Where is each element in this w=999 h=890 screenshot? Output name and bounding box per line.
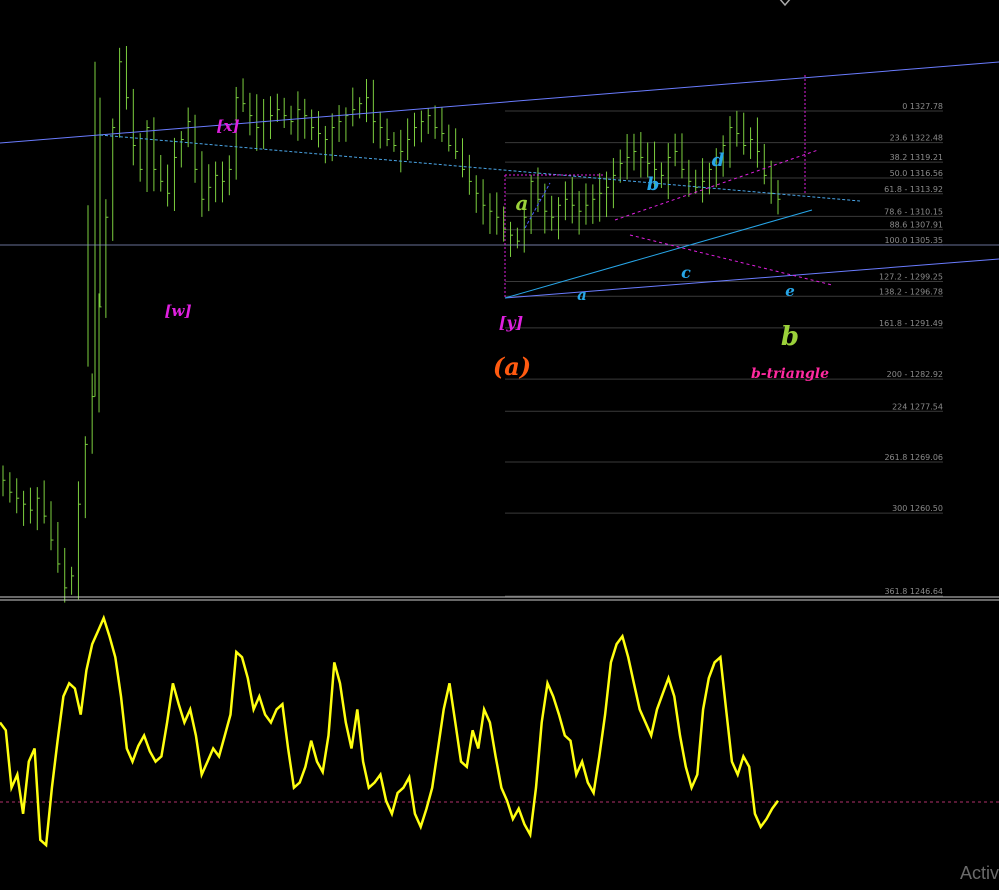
fib-level-label: 224 1277.54 (892, 402, 943, 411)
wave-y-label: [y] (499, 313, 523, 332)
triangle-e-label: e (785, 282, 795, 300)
fib-level-label: 161.8 - 1291.49 (879, 319, 943, 328)
activation-watermark: Activ (959, 863, 999, 883)
fib-level-label: 38.2 1319.21 (890, 153, 943, 162)
chart-area: 0 1327.78 23.6 1322.48 38.2 1319.21 50.0 13… (0, 0, 999, 886)
fib-level-label: 23.6 1322.48 (890, 134, 943, 143)
b-triangle-label: b-triangle (751, 366, 829, 382)
triangle-d-label: d (712, 150, 725, 171)
fib-level-label: 88.6 1307.91 (890, 221, 943, 230)
fib-level-label: 50.0 1316.56 (890, 169, 943, 178)
fib-level-label: 0 1327.78 (902, 102, 943, 111)
fib-level-label: 138.2 - 1296.78 (879, 287, 943, 296)
wave-b-green: b (781, 322, 799, 352)
fib-level-label: 127.2 - 1299.25 (879, 272, 943, 281)
fib-level-label: 261.8 1269.06 (884, 453, 943, 462)
fib-level-label: 61.8 - 1313.92 (884, 185, 943, 194)
fib-level-label: 200 - 1282.92 (887, 370, 943, 379)
triangle-a-label: a (577, 286, 587, 304)
fib-level-label: 361.8 1246.64 (884, 587, 943, 596)
wave-a-green: a (516, 191, 529, 215)
fib-level-label: 300 1260.50 (892, 504, 943, 513)
triangle-c-label: c (681, 263, 691, 282)
wave-w-label: [w] (164, 302, 191, 320)
chart-svg: 0 1327.78 23.6 1322.48 38.2 1319.21 50.0 13… (0, 0, 999, 886)
wave-a-big-label: (a) (493, 352, 531, 381)
triangle-b-label: b (647, 174, 660, 195)
wave-x-label: [x] (216, 117, 239, 135)
fib-level-label: 78.6 - 1310.15 (884, 207, 943, 216)
fib-level-label: 100.0 1305.35 (884, 236, 943, 245)
